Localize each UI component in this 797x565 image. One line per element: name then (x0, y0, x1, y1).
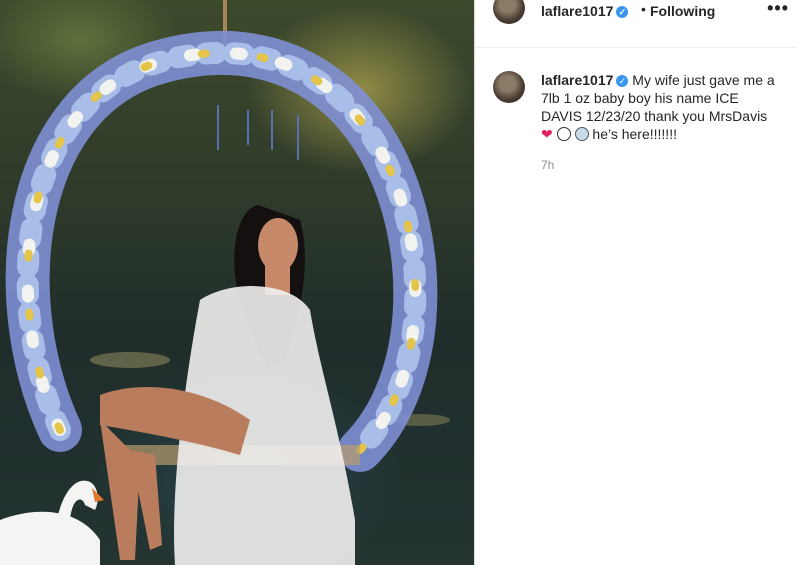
header-separator: • (641, 1, 646, 17)
author-username-text[interactable]: laflare1017 (541, 3, 613, 19)
verified-badge-icon: ✓ (616, 6, 629, 18)
cold-face-emoji-icon (574, 127, 589, 141)
following-button[interactable]: Following (650, 3, 715, 19)
post-image[interactable] (0, 0, 474, 565)
caption-avatar[interactable] (493, 71, 525, 103)
author-avatar[interactable] (493, 0, 525, 24)
header-divider (475, 47, 797, 48)
verified-badge-icon: ✓ (616, 75, 629, 87)
author-username[interactable]: laflare1017 ✓ (541, 3, 629, 19)
caption-text-end: he’s here!!!!!!! (592, 126, 677, 142)
post-caption: laflare1017 ✓ My wife just gave me a 7lb … (541, 71, 781, 143)
no-symbol-emoji-icon (556, 127, 571, 141)
post-sidebar: laflare1017 ✓ • Following ••• laflare1017… (474, 0, 797, 565)
caption-username[interactable]: laflare1017 (541, 72, 613, 88)
more-options-icon[interactable]: ••• (767, 0, 789, 19)
heart-emoji-icon: ❤ (541, 126, 553, 142)
photo-illustration (0, 0, 450, 565)
post-timestamp[interactable]: 7h (541, 158, 554, 172)
